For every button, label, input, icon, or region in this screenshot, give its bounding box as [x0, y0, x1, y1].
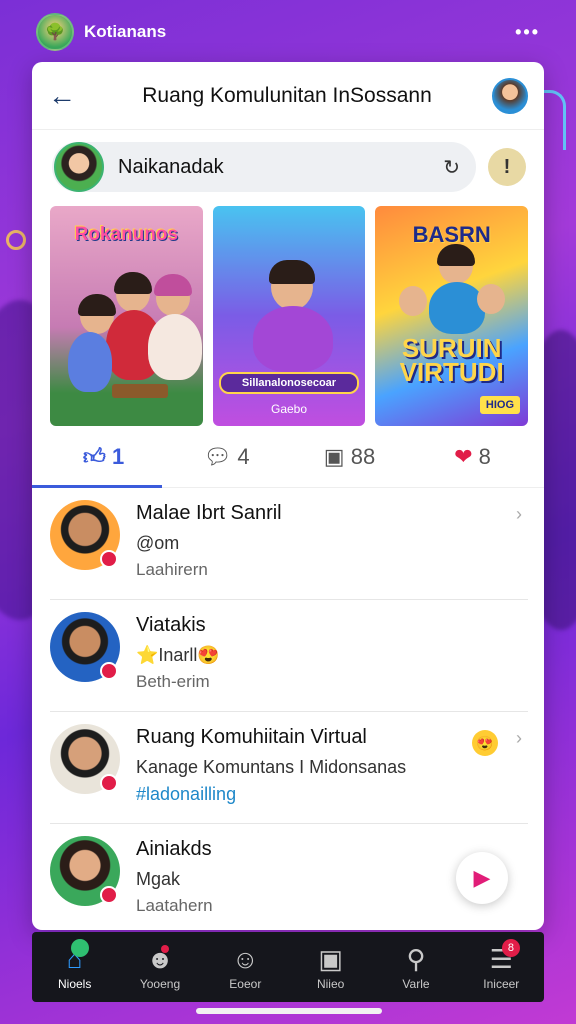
comment-icon: 💬︎ [203, 443, 232, 469]
alert-button[interactable]: ! [488, 148, 526, 186]
list-item[interactable]: Ainiakds Mgak Laatahern ▶ [50, 824, 528, 930]
nav-community[interactable]: ☻ Yooeng [117, 943, 202, 991]
thumbnail-caption: Sillanalonosecoar [218, 372, 360, 394]
app-logo-icon: 🌳 [36, 13, 74, 51]
nav-search[interactable]: ⚲ Varle [373, 943, 458, 991]
thumbnail-headline: SURUIN VIRTUDI [399, 333, 504, 387]
nav-label: Varle [402, 977, 430, 991]
play-button[interactable]: ▶ [456, 852, 508, 904]
search-row: Naikanadak ↻ ! [32, 130, 544, 200]
nav-label: Iniceer [483, 977, 520, 991]
status-dot [100, 662, 118, 680]
play-icon: ▶ [473, 865, 491, 890]
nav-dot [160, 945, 169, 953]
item-name: Viatakis [136, 614, 206, 636]
search-icon: ⚲ [406, 944, 426, 974]
comment-count: 4 [237, 443, 250, 469]
share-tab[interactable]: ▣ 88 [288, 444, 411, 470]
status-bar: 🌳 Kotianans ••• [36, 12, 540, 52]
nav-badge: 8 [501, 939, 520, 957]
bottom-navigation: ⌂ Nioels ☻ Yooeng ☺ Eoeor ▣ Niieo ⚲ Varl… [32, 932, 544, 1002]
chevron-right-icon[interactable]: › [516, 728, 522, 749]
nav-bag[interactable]: ▣ Niieo [288, 943, 373, 991]
nav-menu[interactable]: 8 ☰ Iniceer [459, 939, 544, 991]
home-indicator[interactable] [196, 1008, 382, 1014]
list-item[interactable]: Malae Ibrt Sanril @om Laahirern › [50, 488, 528, 600]
item-subtitle: ⭐Inarll😍 [136, 645, 220, 665]
item-name: Ruang Komuhiitain Virtual [136, 726, 367, 748]
heart-count: 8 [478, 443, 491, 469]
like-tab[interactable]: 👍︎ 1 [42, 443, 165, 470]
status-dot [100, 886, 118, 904]
item-time: Beth-erim [136, 672, 210, 691]
like-count: 1 [111, 444, 125, 469]
share-icon: ▣ [323, 443, 345, 469]
list-item[interactable]: Viatakis ⭐Inarll😍 Beth-erim [50, 600, 528, 712]
back-arrow-icon[interactable]: ← [48, 80, 82, 112]
avatar [50, 500, 120, 570]
user-avatar [54, 142, 104, 192]
page-title: Ruang Komulunitan InSossann [142, 83, 432, 107]
thumbnail-2[interactable]: Sillanalonosecoar Gaebo [212, 206, 366, 426]
top-bar: ← Ruang Komulunitan InSossann [32, 62, 544, 130]
search-bar[interactable]: Naikanadak ↻ [52, 142, 476, 192]
nav-label: Yooeng [139, 977, 181, 991]
search-text[interactable]: Naikanadak [118, 156, 443, 179]
comment-tab[interactable]: 💬︎ 4 [165, 444, 288, 470]
community-icon: ☻ [146, 944, 174, 974]
more-dots-icon[interactable]: ••• [515, 22, 540, 43]
status-dot [100, 774, 118, 792]
nav-smile[interactable]: ☺ Eoeor [203, 943, 288, 991]
media-thumbnails: Rokanunos Sillanalonosecoar Gaebo BASRN … [32, 200, 544, 426]
app-name: Kotianans [84, 22, 167, 41]
item-subtitle: @om [136, 533, 180, 553]
avatar [50, 724, 120, 794]
smile-icon: ☺ [232, 944, 259, 974]
thumbnail-3[interactable]: BASRN SURUIN VIRTUDI HIOG [375, 206, 529, 426]
community-list: Malae Ibrt Sanril @om Laahirern › Viatak… [32, 488, 544, 930]
item-name: Malae Ibrt Sanril [136, 502, 282, 524]
loading-icon: ↻ [443, 156, 460, 179]
item-hashtag[interactable]: #ladonailling [136, 784, 528, 805]
item-time: Laahirern [136, 560, 208, 579]
thumbnail-tag: HIOG [479, 396, 521, 414]
nav-label: Niieo [316, 977, 345, 991]
profile-avatar[interactable] [492, 77, 528, 114]
share-count: 88 [350, 443, 376, 469]
nav-home[interactable]: ⌂ Nioels [32, 939, 117, 991]
main-card: ← Ruang Komulunitan InSossann Naikanadak… [32, 62, 544, 930]
chevron-right-icon[interactable]: › [516, 504, 522, 525]
thumbnail-caption: Rokanunos [74, 224, 179, 245]
bag-icon: ▣ [318, 944, 343, 974]
thumbnail-subcaption: Gaebo [270, 402, 308, 416]
avatar [50, 836, 120, 906]
reaction-bar: 👍︎ 1 💬︎ 4 ▣ 88 ❤ 8 [32, 426, 544, 488]
list-item[interactable]: Ruang Komuhiitain Virtual Kanage Komunta… [50, 712, 528, 824]
status-dot [100, 550, 118, 568]
heart-tab[interactable]: ❤ 8 [411, 444, 534, 470]
nav-label: Nioels [57, 977, 92, 991]
avatar [50, 612, 120, 682]
heart-eyes-emoji-icon: 😍 [472, 730, 498, 756]
heart-icon: ❤ [454, 443, 473, 469]
item-subtitle: Kanage Komuntans I Midonsanas [136, 757, 407, 777]
thumbnail-1[interactable]: Rokanunos [50, 206, 203, 426]
nav-label: Eoeor [229, 977, 262, 991]
thumbs-up-icon: 👍︎ [82, 444, 106, 469]
